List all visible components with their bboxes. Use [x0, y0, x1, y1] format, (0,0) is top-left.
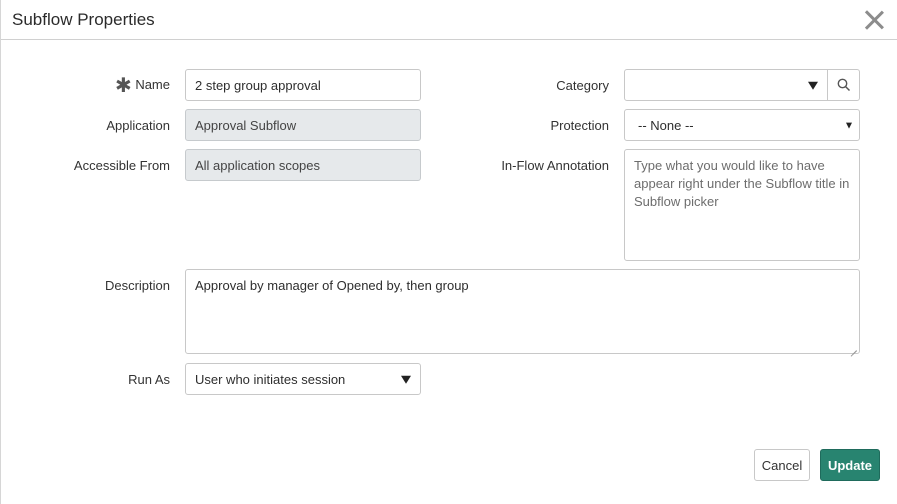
resize-handle-icon[interactable] — [849, 343, 857, 351]
dialog-header: Subflow Properties — [1, 0, 897, 40]
category-search-button[interactable] — [827, 69, 860, 101]
description-textarea[interactable]: Approval by manager of Opened by, then g… — [185, 269, 860, 354]
description-value: Approval by manager of Opened by, then g… — [195, 278, 469, 293]
in-flow-annotation-textarea[interactable]: Type what you would like to have appear … — [624, 149, 860, 261]
chevron-down-icon — [401, 375, 411, 384]
protection-select[interactable]: -- None -- — [624, 109, 860, 141]
protection-value: -- None -- — [638, 117, 694, 133]
description-label: Description — [104, 278, 170, 293]
name-label: Name — [135, 77, 170, 92]
run-as-select[interactable]: User who initiates session — [185, 363, 421, 395]
accessible-from-field: All application scopes — [185, 149, 421, 181]
dialog-title: Subflow Properties — [12, 10, 155, 29]
accessible-from-label: Accessible From — [73, 158, 170, 173]
chevron-down-icon — [846, 122, 852, 129]
application-field: Approval Subflow — [185, 109, 421, 141]
close-icon[interactable] — [864, 10, 884, 30]
subflow-properties-dialog: Subflow Properties ✱ Name Application Ap… — [0, 0, 897, 504]
update-button[interactable]: Update — [820, 449, 880, 481]
run-as-value: User who initiates session — [195, 371, 346, 387]
protection-label: Protection — [550, 118, 609, 133]
name-input[interactable] — [185, 69, 421, 101]
chevron-down-icon — [808, 81, 818, 90]
application-label: Application — [106, 118, 170, 133]
in-flow-annotation-placeholder: Type what you would like to have appear … — [634, 158, 850, 209]
category-label: Category — [556, 78, 609, 93]
in-flow-annotation-label: In-Flow Annotation — [501, 158, 609, 173]
cancel-button[interactable]: Cancel — [754, 449, 810, 481]
search-icon — [837, 78, 851, 92]
run-as-label: Run As — [128, 372, 170, 387]
category-select[interactable] — [624, 69, 828, 101]
